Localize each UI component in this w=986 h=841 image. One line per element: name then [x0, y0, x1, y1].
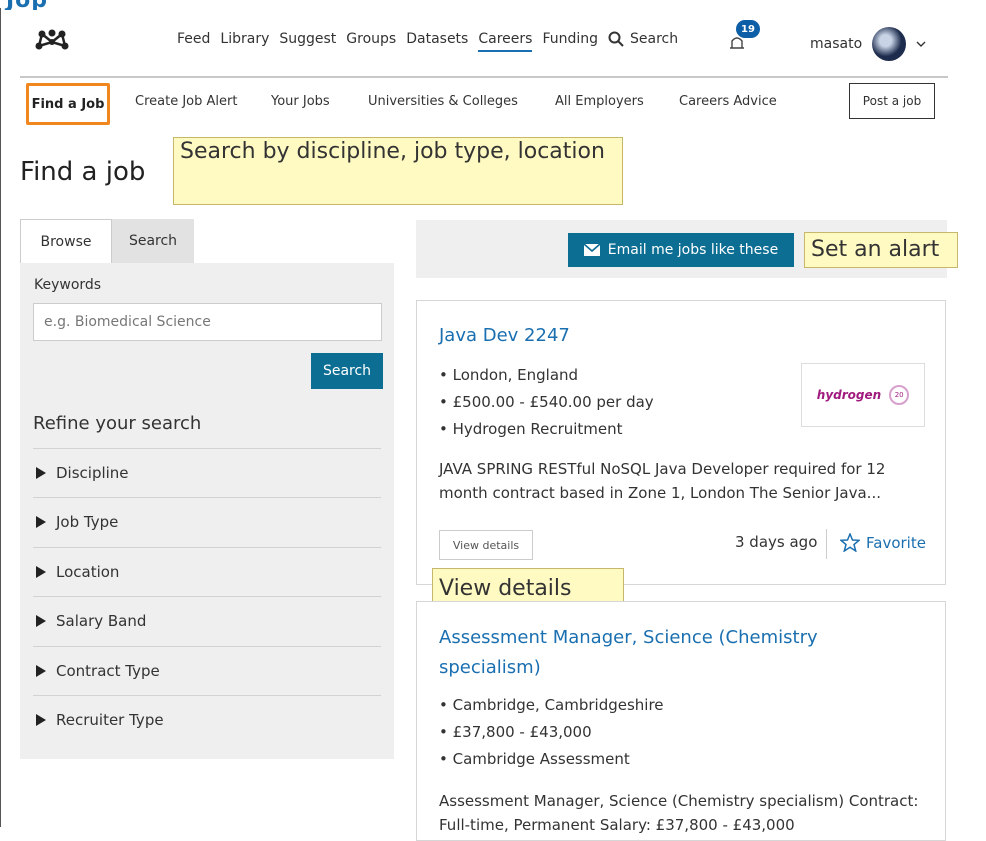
- keywords-input[interactable]: [33, 303, 382, 341]
- employer-logo-text: hydrogen: [816, 388, 882, 402]
- view-details-button[interactable]: View details: [439, 530, 533, 560]
- refine-title: Refine your search: [33, 413, 202, 434]
- facet-label: Contract Type: [56, 662, 160, 680]
- facet-label: Discipline: [56, 464, 129, 482]
- expand-triangle-icon: [36, 665, 46, 677]
- nav-search-label: Search: [630, 31, 679, 47]
- job-details-list: Cambridge, Cambridgeshire £37,800 - £43,…: [439, 692, 664, 773]
- email-me-jobs-button[interactable]: Email me jobs like these: [568, 233, 794, 267]
- search-icon: [608, 31, 624, 47]
- divider: [826, 529, 827, 559]
- expand-triangle-icon: [36, 714, 46, 726]
- nav-datasets[interactable]: Datasets: [401, 10, 473, 68]
- nav-groups[interactable]: Groups: [341, 10, 401, 68]
- email-button-label: Email me jobs like these: [607, 242, 779, 258]
- subnav-careers-advice[interactable]: Careers Advice: [679, 94, 777, 109]
- nav-suggest[interactable]: Suggest: [274, 10, 341, 68]
- facet-contract-type[interactable]: Contract Type: [33, 646, 381, 695]
- nav-feed[interactable]: Feed: [172, 10, 215, 68]
- facet-label: Salary Band: [56, 612, 147, 630]
- job-description: Assessment Manager, Science (Chemistry s…: [439, 792, 919, 834]
- facet-discipline[interactable]: Discipline: [33, 448, 381, 497]
- expand-triangle-icon: [36, 566, 46, 578]
- facet-recruiter-type[interactable]: Recruiter Type: [33, 695, 381, 744]
- sidebar-tabs: Browse Search: [20, 219, 194, 263]
- expand-triangle-icon: [36, 615, 46, 627]
- subnav-find-a-job[interactable]: Find a Job: [26, 83, 110, 125]
- nav-search[interactable]: Search: [603, 10, 683, 68]
- facet-label: Job Type: [56, 513, 119, 531]
- favorite-button[interactable]: Favorite: [840, 533, 926, 552]
- job-salary: £500.00 - £540.00 per day: [439, 389, 654, 416]
- page-title: Find a job: [20, 157, 146, 187]
- facet-job-type[interactable]: Job Type: [33, 497, 381, 546]
- job-location: London, England: [439, 362, 654, 389]
- avatar: [872, 27, 907, 61]
- job-salary: £37,800 - £43,000: [439, 719, 664, 746]
- expand-triangle-icon: [36, 467, 46, 479]
- job-details-list: London, England £500.00 - £540.00 per da…: [439, 362, 654, 443]
- tab-search[interactable]: Search: [112, 219, 194, 263]
- nav-careers[interactable]: Careers: [473, 10, 537, 68]
- favorite-label: Favorite: [866, 533, 926, 552]
- subnav-universities-colleges[interactable]: Universities & Colleges: [368, 94, 518, 109]
- user-menu[interactable]: masato: [810, 27, 926, 61]
- job-card: Java Dev 2247 London, England £500.00 - …: [416, 300, 946, 585]
- mendeley-logo-icon[interactable]: [34, 28, 70, 52]
- nav-library[interactable]: Library: [215, 10, 274, 68]
- annotation-alert-tip: Set an alart: [804, 232, 958, 268]
- facet-label: Recruiter Type: [56, 711, 164, 729]
- job-employer: Hydrogen Recruitment: [439, 416, 654, 443]
- top-navigation: Feed Library Suggest Groups Datasets Car…: [20, 10, 948, 78]
- tab-browse[interactable]: Browse: [20, 219, 112, 263]
- nav-funding[interactable]: Funding: [537, 10, 603, 68]
- posted-date: 3 days ago: [735, 533, 818, 551]
- filter-panel: Keywords Search Refine your search Disci…: [20, 263, 394, 759]
- facet-salary-band[interactable]: Salary Band: [33, 596, 381, 645]
- job-title-link[interactable]: Assessment Manager, Science (Chemistry s…: [439, 623, 869, 683]
- search-button[interactable]: Search: [311, 353, 383, 389]
- main-nav: Feed Library Suggest Groups Datasets Car…: [172, 10, 683, 68]
- notification-count-badge[interactable]: 19: [736, 20, 760, 38]
- subnav-create-job-alert[interactable]: Create Job Alert: [135, 94, 237, 109]
- job-description: JAVA SPRING RESTful NoSQL Java Developer…: [439, 460, 886, 502]
- chevron-down-icon: [916, 41, 926, 47]
- star-icon: [840, 533, 860, 552]
- employer-logo-badge: 20: [889, 385, 910, 405]
- envelope-icon: [583, 244, 600, 256]
- username: masato: [810, 36, 863, 52]
- annotation-search-tip: Search by discipline, job type, location: [173, 137, 623, 205]
- facet-location[interactable]: Location: [33, 547, 381, 596]
- facet-label: Location: [56, 563, 120, 581]
- employer-logo[interactable]: hydrogen 20: [801, 363, 925, 427]
- subnav-all-employers[interactable]: All Employers: [555, 94, 644, 109]
- expand-triangle-icon: [36, 516, 46, 528]
- keywords-label: Keywords: [34, 277, 102, 293]
- subnav-your-jobs[interactable]: Your Jobs: [271, 94, 330, 109]
- job-employer: Cambridge Assessment: [439, 746, 664, 773]
- job-location: Cambridge, Cambridgeshire: [439, 692, 664, 719]
- job-title-link[interactable]: Java Dev 2247: [439, 321, 570, 351]
- job-card: Assessment Manager, Science (Chemistry s…: [416, 601, 946, 841]
- post-a-job-button[interactable]: Post a job: [849, 83, 935, 119]
